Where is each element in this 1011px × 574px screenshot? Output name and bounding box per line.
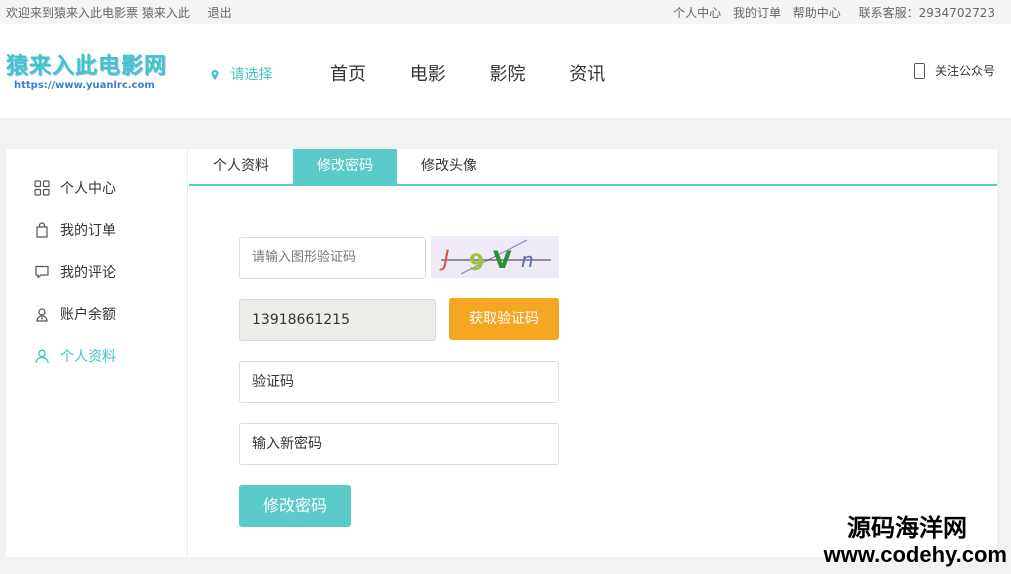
bag-icon — [36, 222, 48, 238]
logo-title: 猿来入此电影网 — [6, 54, 168, 79]
nav-cinemas[interactable]: 影院 — [489, 64, 525, 85]
nav-movies[interactable]: 电影 — [410, 64, 446, 85]
tab-profile[interactable]: 个人资料 — [189, 149, 293, 184]
watermark-title: 源码海洋网 — [847, 514, 967, 542]
city-label: 请选择 — [230, 67, 273, 83]
watermark-url: www.codehy.com — [823, 542, 1007, 567]
grid-icon — [34, 180, 50, 196]
follow-wechat[interactable]: 关注公众号 — [914, 62, 995, 79]
logout-link[interactable]: 退出 — [208, 6, 232, 20]
sidebar-item-orders[interactable]: 我的订单 — [34, 221, 116, 241]
svg-text:9: 9 — [469, 251, 484, 276]
wallet-icon — [36, 308, 48, 322]
nav-news[interactable]: 资讯 — [569, 64, 605, 85]
sidebar-item-label: 我的评论 — [60, 265, 116, 281]
profile-tabs: 个人资料 修改密码 修改头像 — [189, 149, 997, 186]
phone-icon — [914, 63, 926, 79]
site-header: 猿来入此电影网 https://www.yuanlrc.com 请选择 首页 电… — [0, 24, 1011, 118]
sidebar-item-label: 个人中心 — [60, 181, 116, 197]
captcha-image[interactable]: J 9 V n — [431, 236, 559, 278]
captcha-graphic: J 9 V n — [439, 239, 551, 276]
site-watermark: 源码海洋网 www.codehy.com — [824, 514, 1007, 568]
main-nav: 首页 电影 影院 资讯 — [330, 60, 643, 86]
comment-icon — [35, 265, 49, 279]
top-link-orders[interactable]: 我的订单 — [733, 6, 781, 20]
sidebar-item-user-center[interactable]: 个人中心 — [34, 179, 116, 199]
sidebar-item-label: 个人资料 — [60, 349, 116, 365]
new-password-input[interactable]: 输入新密码 — [239, 423, 559, 465]
svg-text:V: V — [493, 246, 512, 274]
welcome-text: 欢迎来到猿来入此电影票 猿来入此 — [6, 6, 190, 20]
user-icon — [35, 349, 49, 364]
svg-text:n: n — [521, 248, 534, 272]
top-link-user-center[interactable]: 个人中心 — [673, 6, 721, 20]
sidebar-item-comments[interactable]: 我的评论 — [34, 263, 116, 283]
content-card: 个人中心 我的订单 我的评论 账户余额 个人资料 个人资料 修改密码 修改头像 … — [6, 149, 997, 557]
sms-code-input[interactable]: 验证码 — [239, 361, 559, 403]
tab-change-avatar[interactable]: 修改头像 — [397, 149, 501, 184]
location-pin-icon — [211, 70, 219, 80]
top-link-help[interactable]: 帮助中心 — [793, 6, 841, 20]
follow-label: 关注公众号 — [934, 64, 995, 78]
service-contact: 联系客服：2934702723 — [858, 6, 995, 20]
captcha-input[interactable]: 请输入图形验证码 — [239, 237, 426, 279]
top-strip: 欢迎来到猿来入此电影票 猿来入此 退出 个人中心 我的订单 帮助中心 联系客服：… — [0, 0, 1011, 24]
sidebar-item-label: 我的订单 — [60, 223, 116, 239]
city-selector[interactable]: 请选择 — [210, 64, 272, 84]
svg-text:J: J — [439, 247, 450, 272]
tab-change-password[interactable]: 修改密码 — [293, 149, 397, 184]
phone-field: 13918661215 — [239, 299, 436, 341]
sidebar-item-profile[interactable]: 个人资料 — [34, 347, 116, 367]
get-code-button[interactable]: 获取验证码 — [449, 298, 559, 340]
sidebar-item-balance[interactable]: 账户余额 — [34, 305, 116, 325]
sidebar-item-label: 账户余额 — [60, 307, 116, 323]
user-sidebar: 个人中心 我的订单 我的评论 账户余额 个人资料 — [6, 149, 188, 557]
site-logo[interactable]: 猿来入此电影网 https://www.yuanlrc.com — [6, 54, 167, 92]
change-password-button[interactable]: 修改密码 — [239, 485, 351, 527]
nav-home[interactable]: 首页 — [330, 64, 366, 85]
logo-url: https://www.yuanlrc.com — [14, 80, 155, 91]
